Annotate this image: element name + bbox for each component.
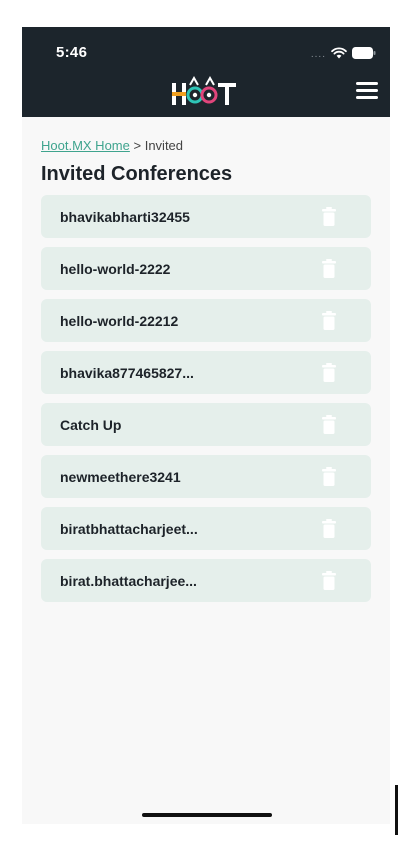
conference-item[interactable]: hello-world-22212 bbox=[41, 299, 371, 342]
status-icons: .... bbox=[311, 46, 376, 64]
breadcrumb-home-link[interactable]: Hoot.MX Home bbox=[41, 138, 130, 153]
delete-trash-icon[interactable] bbox=[322, 311, 336, 330]
page-title: Invited Conferences bbox=[41, 163, 233, 185]
delete-trash-icon[interactable] bbox=[322, 207, 336, 226]
conference-name: hello-world-22212 bbox=[60, 313, 179, 329]
delete-trash-icon[interactable] bbox=[322, 363, 336, 382]
conference-name: biratbhattacharjeet... bbox=[60, 521, 198, 537]
breadcrumb-separator: > bbox=[133, 138, 142, 153]
conference-item[interactable]: newmeethere3241 bbox=[41, 455, 371, 498]
conference-list: bhavikabharti32455 hello-world-2222 hell… bbox=[41, 195, 371, 611]
hamburger-menu-icon[interactable] bbox=[356, 82, 380, 104]
conference-item[interactable]: hello-world-2222 bbox=[41, 247, 371, 290]
status-time: 5:46 bbox=[56, 44, 88, 61]
conference-item[interactable]: birat.bhattacharjee... bbox=[41, 559, 371, 602]
conference-name: birat.bhattacharjee... bbox=[60, 573, 197, 589]
conference-name: newmeethere3241 bbox=[60, 469, 181, 485]
hoot-logo[interactable] bbox=[170, 75, 242, 108]
signal-dots: .... bbox=[310, 49, 326, 60]
conference-name: hello-world-2222 bbox=[60, 261, 171, 277]
conference-name: bhavika877465827... bbox=[60, 365, 194, 381]
home-indicator[interactable] bbox=[142, 813, 272, 817]
breadcrumb: Hoot.MX Home > Invited bbox=[41, 138, 183, 153]
app-screen: 5:46 .... Hoot.MX Home > Invited Invited… bbox=[22, 27, 390, 824]
delete-trash-icon[interactable] bbox=[322, 519, 336, 538]
conference-name: bhavikabharti32455 bbox=[60, 209, 190, 225]
conference-item[interactable]: Catch Up bbox=[41, 403, 371, 446]
conference-item[interactable]: bhavikabharti32455 bbox=[41, 195, 371, 238]
conference-name: Catch Up bbox=[60, 417, 122, 433]
delete-trash-icon[interactable] bbox=[322, 571, 336, 590]
battery-icon bbox=[352, 46, 376, 64]
top-bar: 5:46 .... bbox=[22, 27, 390, 117]
wifi-icon bbox=[331, 46, 347, 64]
conference-item[interactable]: biratbhattacharjeet... bbox=[41, 507, 371, 550]
side-marker bbox=[395, 785, 398, 835]
conference-item[interactable]: bhavika877465827... bbox=[41, 351, 371, 394]
delete-trash-icon[interactable] bbox=[322, 259, 336, 278]
delete-trash-icon[interactable] bbox=[322, 415, 336, 434]
delete-trash-icon[interactable] bbox=[322, 467, 336, 486]
breadcrumb-current: Invited bbox=[144, 138, 184, 153]
